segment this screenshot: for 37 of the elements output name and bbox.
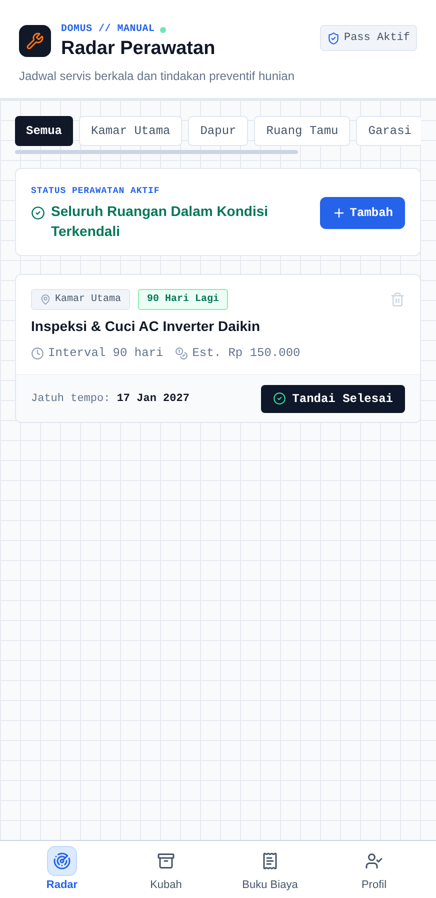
check-circle-icon: [273, 392, 286, 406]
eyebrow-label: DOMUS // MANUAL: [61, 22, 155, 37]
nav-tab[interactable]: Radar: [17, 846, 107, 894]
receipt-icon: [261, 852, 279, 870]
filter-tab[interactable]: Ruang Tamu: [254, 116, 350, 146]
filter-tab[interactable]: Kamar Utama: [79, 116, 182, 146]
interval-text: Interval 90 hari: [48, 345, 164, 362]
status-message: Seluruh Ruangan Dalam Kondisi Terkendali: [51, 202, 270, 242]
location-tag: Kamar Utama: [31, 289, 130, 310]
due-date-text: Jatuh tempo: 17 Jan 2027: [31, 392, 190, 406]
page-title: Radar Perawatan: [61, 37, 216, 61]
coins-icon: [175, 346, 188, 360]
filter-tab[interactable]: Garasi: [356, 116, 421, 146]
add-button[interactable]: Tambah: [320, 197, 405, 229]
mark-done-button[interactable]: Tandai Selesai: [261, 384, 405, 413]
wrench-icon: [26, 32, 44, 50]
nav-tab[interactable]: Kubah: [121, 846, 211, 894]
plus-icon: [332, 206, 346, 220]
shield-icon: [326, 32, 340, 44]
trash-icon[interactable]: [390, 292, 405, 308]
clock-icon: [31, 346, 44, 360]
check-circle-icon: [31, 206, 45, 220]
task-title: Inspeksi & Cuci AC Inverter Daikin: [31, 317, 261, 336]
user-check-icon: [365, 852, 383, 870]
filter-tab[interactable]: Semua: [15, 116, 74, 146]
status-label: STATUS PERAWATAN AKTIF: [31, 184, 161, 198]
nav-tab[interactable]: Buku Biaya: [225, 846, 315, 894]
cost-text: Est. Rp 150.000: [192, 345, 300, 362]
due-badge: 90 Hari Lagi: [138, 289, 228, 310]
radar-icon: [53, 852, 71, 870]
pass-badge: Pass Aktif: [320, 25, 417, 51]
nav-tab[interactable]: Profil: [329, 846, 419, 894]
pin-icon: [40, 294, 51, 306]
page-subtitle: Jadwal servis berkala dan tindakan preventif hunian: [19, 68, 296, 85]
scrollbar-thumb[interactable]: [15, 150, 298, 154]
archive-box-icon: [157, 852, 175, 870]
filter-tab[interactable]: Dapur: [188, 116, 248, 146]
